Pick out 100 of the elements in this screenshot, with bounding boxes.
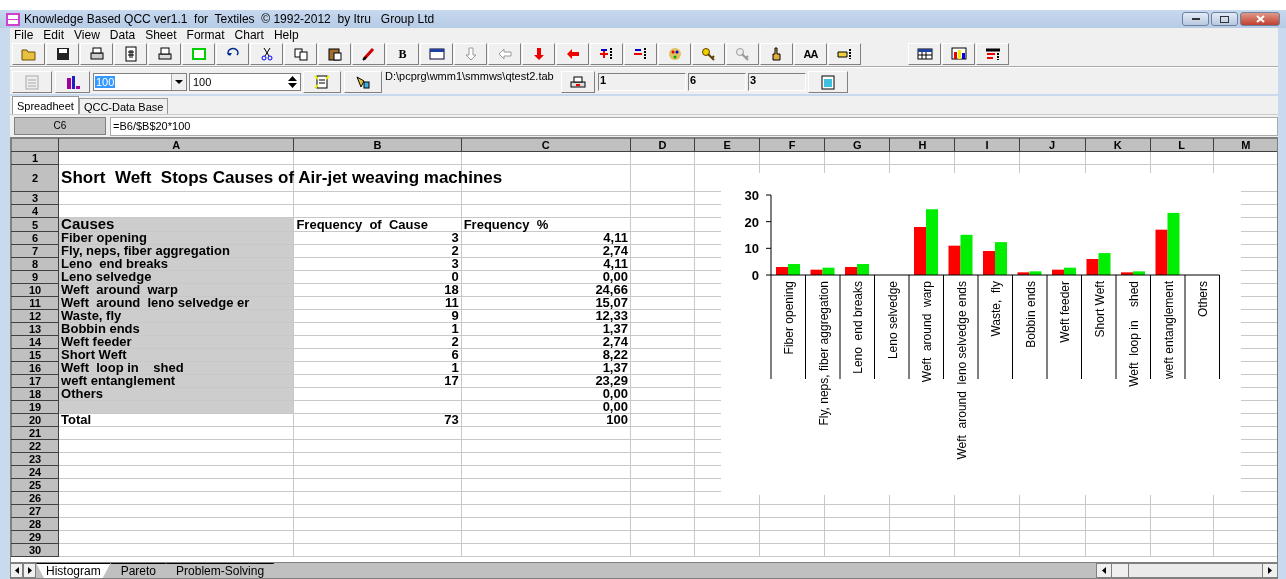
maximize-button[interactable] xyxy=(1211,12,1238,26)
input-field[interactable]: 3 xyxy=(748,73,806,91)
horizontal-scrollbar[interactable] xyxy=(1096,563,1278,578)
column-header[interactable]: L xyxy=(1150,138,1214,152)
toolbar-button[interactable] xyxy=(55,71,90,93)
table-cell: 9 xyxy=(451,308,459,323)
close-icon xyxy=(1255,15,1265,23)
column-header[interactable]: J xyxy=(1019,138,1086,152)
table-cell: 11 xyxy=(444,295,459,310)
left-arrow-icon xyxy=(496,46,513,62)
toolbar-button[interactable] xyxy=(250,43,283,65)
menu-item[interactable]: Help xyxy=(269,28,305,42)
formula-field[interactable]: =B6/$B$20*100 xyxy=(110,116,1278,136)
bar xyxy=(995,242,1007,275)
toolbar-button[interactable] xyxy=(420,43,453,65)
category-label: Fly, neps, fiber aggregation xyxy=(816,281,831,426)
row-header[interactable]: 2 xyxy=(11,164,59,192)
cell-reference: C6 xyxy=(14,117,106,135)
toolbar-button[interactable] xyxy=(216,43,249,65)
category-label: Bobbin ends xyxy=(1023,281,1038,348)
scroll-right-button[interactable] xyxy=(23,563,36,578)
column-header[interactable]: M xyxy=(1213,138,1277,152)
menu-item[interactable]: View xyxy=(70,28,106,42)
category-label: Leno selvedge xyxy=(885,281,900,360)
minimize-button[interactable] xyxy=(1182,12,1209,26)
toolbar-button[interactable] xyxy=(624,43,657,65)
column-header[interactable]: B xyxy=(293,138,462,152)
spin-field[interactable]: 100 xyxy=(189,73,301,91)
menu-item[interactable]: Format xyxy=(182,28,231,42)
print-button[interactable] xyxy=(561,71,595,93)
tick-label: 20 xyxy=(744,214,759,230)
table-cell: 0,00 xyxy=(602,399,628,414)
column-header[interactable]: G xyxy=(824,138,890,152)
toolbar-button[interactable] xyxy=(908,43,941,65)
file-path: D:\pcprg\wmm1\smmws\qtest2.tab xyxy=(385,70,555,82)
category-label: Fiber opening xyxy=(782,281,797,355)
table-cell: 18 xyxy=(444,282,459,297)
toolbar-button[interactable] xyxy=(692,43,725,65)
sheet-tab[interactable]: Problem-Solving xyxy=(166,563,275,578)
column-header[interactable]: I xyxy=(954,138,1019,152)
table-cell: Causes xyxy=(61,215,115,232)
column-header[interactable]: H xyxy=(889,138,955,152)
column-arrows-icon xyxy=(632,46,649,62)
toolbar-button[interactable] xyxy=(80,43,113,65)
scroll-left-button[interactable] xyxy=(10,563,23,578)
table-cell: Weft feeder xyxy=(61,334,132,349)
input-field[interactable]: 6 xyxy=(688,73,746,91)
bar xyxy=(1086,259,1099,275)
menu-item[interactable]: File xyxy=(10,28,40,42)
toolbar-button[interactable] xyxy=(148,43,181,65)
input-field[interactable]: 1 xyxy=(598,73,686,91)
table-icon xyxy=(916,46,933,62)
column-header[interactable]: E xyxy=(694,138,760,152)
sheet-tab[interactable]: Pareto xyxy=(110,563,167,578)
font-button[interactable]: AA xyxy=(794,43,827,65)
table-cell: 2 xyxy=(451,243,459,258)
bold-button[interactable]: B xyxy=(386,43,419,65)
table-cell: 2,74 xyxy=(602,334,628,349)
menu-item[interactable]: Edit xyxy=(39,28,71,42)
toolbar-button[interactable] xyxy=(46,43,79,65)
toolbar-button[interactable] xyxy=(590,43,623,65)
tick-label: 0 xyxy=(751,268,759,283)
close-button[interactable] xyxy=(1240,12,1280,26)
toolbar-button[interactable] xyxy=(828,43,861,65)
menu-item[interactable]: Sheet xyxy=(141,28,183,42)
table-cell: 23,29 xyxy=(595,373,628,388)
category-label: Waste, fly xyxy=(989,281,1004,337)
toolbar-button[interactable] xyxy=(318,43,351,65)
table-cell: 1 xyxy=(451,321,459,336)
table-cell: 4,11 xyxy=(603,256,628,271)
column-header[interactable]: A xyxy=(58,138,294,152)
menu-item[interactable]: Chart xyxy=(230,28,270,42)
bar xyxy=(983,251,995,275)
tab[interactable]: Spreadheet xyxy=(12,96,79,114)
toolbar-button[interactable] xyxy=(942,43,975,65)
brush-icon xyxy=(360,46,377,62)
menu-item[interactable]: Data xyxy=(105,28,142,42)
column-header[interactable]: D xyxy=(630,138,695,152)
tab[interactable]: QCC-Data Base xyxy=(78,98,169,114)
column-header[interactable]: F xyxy=(759,138,825,152)
left-triangle-icon xyxy=(1102,567,1106,574)
table-cell: 1,37 xyxy=(602,360,628,375)
window-icon xyxy=(428,46,445,62)
key-icon xyxy=(700,46,717,62)
bar xyxy=(857,264,869,275)
table-cell: 8,22 xyxy=(602,347,628,362)
category-label: Weft loop in shed xyxy=(1127,281,1142,387)
sheet-tab[interactable]: Histogram xyxy=(36,563,111,578)
toolbar-button[interactable] xyxy=(976,43,1009,65)
toolbar-button[interactable] xyxy=(760,43,793,65)
table-cell: 15,07 xyxy=(595,295,628,310)
bar xyxy=(926,209,938,275)
toolbar-button[interactable] xyxy=(114,43,147,65)
scrollbar-thumb[interactable] xyxy=(1112,564,1129,577)
toolbar-button[interactable] xyxy=(344,71,382,93)
column-header[interactable]: K xyxy=(1085,138,1151,152)
printer-icon xyxy=(570,75,586,89)
column-header[interactable]: C xyxy=(461,138,631,152)
table-cell: Frequency of Cause xyxy=(296,216,428,232)
table-cell: 0 xyxy=(451,269,459,284)
